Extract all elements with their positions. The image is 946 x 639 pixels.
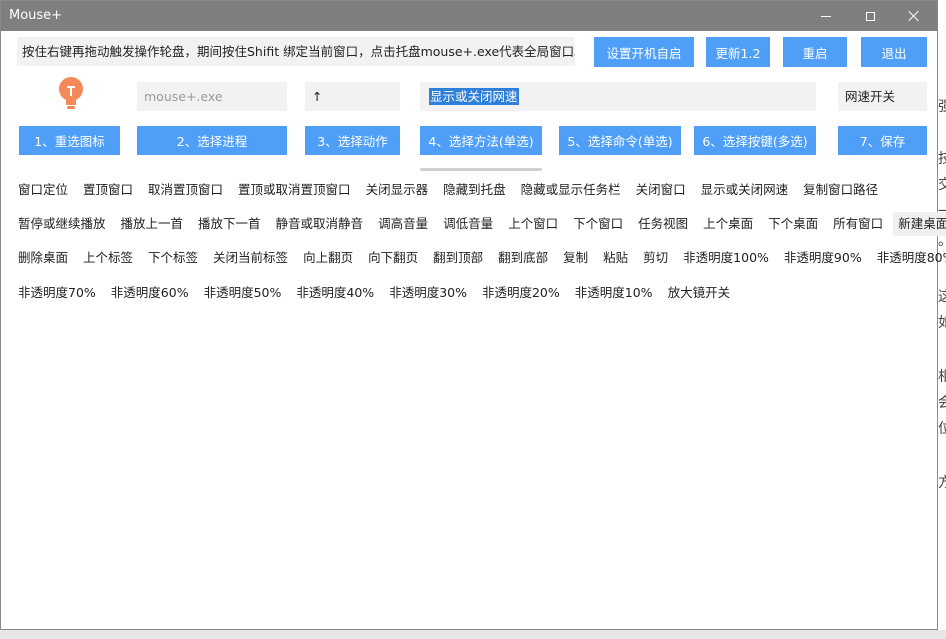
scroll-indicator[interactable]	[420, 168, 542, 171]
option-item[interactable]: 粘贴	[598, 246, 633, 270]
step-select-process-button[interactable]: 2、选择进程	[137, 126, 287, 155]
option-item[interactable]: 非透明度90%	[779, 246, 867, 270]
option-item[interactable]: 翻到底部	[493, 246, 553, 270]
background-text: 位	[938, 421, 946, 437]
options-row-3: 删除桌面 上个标签 下个标签 关闭当前标签 向上翻页 向下翻页 翻到顶部 翻到底部 复制 粘贴 剪切…	[13, 246, 946, 270]
option-item[interactable]: 非透明度80%	[872, 246, 946, 270]
instruction-text: 按住右键再拖动触发操作轮盘，期间按住Shifit 绑定当前窗口，点击托盘mous…	[17, 37, 575, 66]
background-text: 会	[938, 395, 946, 411]
background-window-bottom	[0, 630, 946, 639]
step-select-command-button[interactable]: 5、选择命令(单选)	[559, 126, 681, 155]
option-item[interactable]: 置顶窗口	[78, 178, 138, 202]
option-item[interactable]: 翻到顶部	[428, 246, 488, 270]
option-item[interactable]: 任务视图	[633, 212, 693, 236]
update-button[interactable]: 更新1.2	[706, 37, 770, 67]
option-item[interactable]: 上个标签	[78, 246, 138, 270]
hotkey-input[interactable]: 网速开关	[838, 82, 927, 111]
option-item[interactable]: 删除桌面	[13, 246, 73, 270]
exit-button[interactable]: 退出	[861, 37, 927, 67]
option-item[interactable]: 复制	[558, 246, 593, 270]
option-item[interactable]: 新建桌面	[893, 212, 946, 236]
option-item[interactable]: 关闭窗口	[631, 178, 691, 202]
option-item[interactable]: 非透明度30%	[384, 281, 472, 305]
option-item[interactable]: 复制窗口路径	[798, 178, 883, 202]
option-item[interactable]: 非透明度100%	[678, 246, 774, 270]
step-select-method-button[interactable]: 4、选择方法(单选)	[420, 126, 542, 155]
option-item[interactable]: 下个桌面	[763, 212, 823, 236]
maximize-button[interactable]	[847, 1, 893, 31]
title-bar[interactable]: Mouse+	[1, 1, 937, 31]
background-text: 这	[938, 289, 946, 305]
close-icon	[908, 10, 920, 22]
option-item[interactable]: 暂停或继续播放	[13, 212, 111, 236]
option-item[interactable]: 取消置顶窗口	[143, 178, 228, 202]
command-input[interactable]: 显示或关闭网速	[420, 82, 816, 111]
background-text: 技	[938, 151, 946, 167]
option-item[interactable]: 非透明度50%	[199, 281, 287, 305]
options-row-1: 窗口定位 置顶窗口 取消置顶窗口 置顶或取消置顶窗口 关闭显示器 隐藏到托盘 隐藏或显示任务…	[13, 178, 888, 202]
option-item[interactable]: 上个桌面	[698, 212, 758, 236]
background-window: 强 技 交 一 。 这 如 相 会 位 方	[938, 0, 946, 639]
step-select-action-button[interactable]: 3、选择动作	[305, 126, 400, 155]
option-item[interactable]: 窗口定位	[13, 178, 73, 202]
option-item[interactable]: 播放上一首	[116, 212, 189, 236]
background-text: 强	[938, 99, 946, 115]
maximize-icon	[865, 11, 875, 21]
option-item[interactable]: 上个窗口	[503, 212, 563, 236]
option-item[interactable]: 非透明度20%	[477, 281, 565, 305]
window-title: Mouse+	[9, 8, 63, 23]
background-text: 如	[938, 315, 946, 331]
background-text: 交	[938, 177, 946, 193]
option-item[interactable]: 隐藏或显示任务栏	[516, 178, 626, 202]
options-row-2: 暂停或继续播放 播放上一首 播放下一首 静音或取消静音 调高音量 调低音量 上个窗口 下个窗口…	[13, 212, 946, 236]
option-item[interactable]: 剪切	[638, 246, 673, 270]
close-button[interactable]	[891, 1, 937, 31]
step-select-keys-button[interactable]: 6、选择按键(多选)	[694, 126, 816, 155]
selected-command-text: 显示或关闭网速	[429, 88, 519, 105]
option-item[interactable]: 下个标签	[143, 246, 203, 270]
option-item[interactable]: 置顶或取消置顶窗口	[233, 178, 356, 202]
minimize-button[interactable]	[803, 1, 849, 31]
step-reselect-icon-button[interactable]: 1、重选图标	[19, 126, 120, 155]
option-item[interactable]: 下个窗口	[568, 212, 628, 236]
option-item[interactable]: 非透明度10%	[570, 281, 658, 305]
minimize-icon	[821, 15, 831, 17]
option-item[interactable]: 隐藏到托盘	[438, 178, 511, 202]
option-item[interactable]: 静音或取消静音	[271, 212, 369, 236]
lightbulb-icon[interactable]	[56, 76, 86, 112]
action-input[interactable]: ↑	[305, 82, 400, 111]
option-item[interactable]: 显示或关闭网速	[696, 178, 794, 202]
option-item[interactable]: 非透明度70%	[13, 281, 101, 305]
option-item[interactable]: 调高音量	[373, 212, 433, 236]
step-save-button[interactable]: 7、保存	[838, 126, 927, 155]
option-item[interactable]: 所有窗口	[828, 212, 888, 236]
option-item[interactable]: 调低音量	[438, 212, 498, 236]
process-input[interactable]: mouse+.exe	[137, 82, 287, 111]
option-item[interactable]: 向上翻页	[298, 246, 358, 270]
option-item[interactable]: 关闭当前标签	[208, 246, 293, 270]
options-row-4: 非透明度70% 非透明度60% 非透明度50% 非透明度40% 非透明度30% 非透明度2…	[13, 281, 740, 305]
option-item[interactable]: 非透明度40%	[291, 281, 379, 305]
option-item[interactable]: 向下翻页	[363, 246, 423, 270]
option-item[interactable]: 放大镜开关	[663, 281, 736, 305]
option-item[interactable]: 播放下一首	[193, 212, 266, 236]
background-text: 方	[938, 475, 946, 491]
autostart-button[interactable]: 设置开机自启	[594, 37, 694, 67]
background-text: 相	[938, 369, 946, 385]
restart-button[interactable]: 重启	[783, 37, 847, 67]
option-item[interactable]: 关闭显示器	[361, 178, 434, 202]
option-item[interactable]: 非透明度60%	[106, 281, 194, 305]
